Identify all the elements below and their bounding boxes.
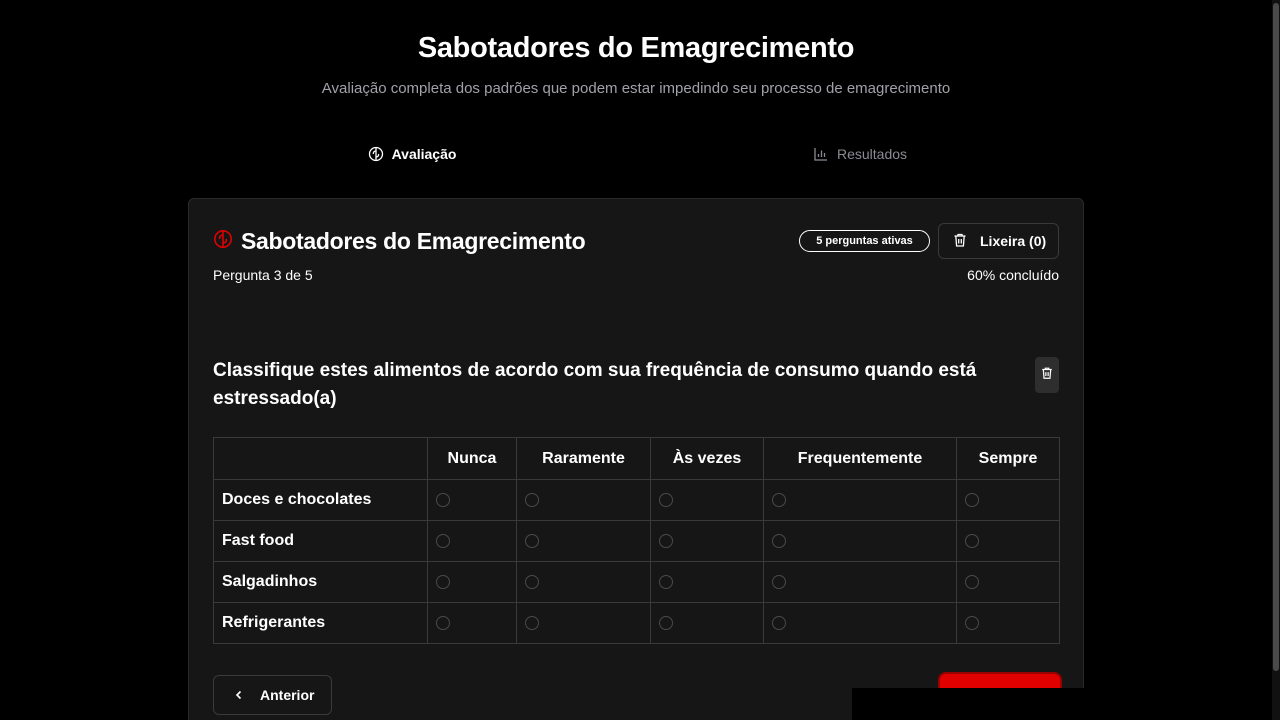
trash-button[interactable]: Lixeira (0) xyxy=(938,223,1059,259)
matrix-header-row: Nunca Raramente Às vezes Frequentemente … xyxy=(213,437,1060,480)
radio-button[interactable] xyxy=(659,493,673,507)
tab-avaliacao[interactable]: Avaliação xyxy=(188,136,636,172)
radio-button[interactable] xyxy=(772,493,786,507)
previous-button[interactable]: Anterior xyxy=(213,675,332,715)
radio-cell xyxy=(650,602,764,644)
radio-button[interactable] xyxy=(525,616,539,630)
radio-button[interactable] xyxy=(436,493,450,507)
matrix-corner-cell xyxy=(213,437,428,480)
radio-cell xyxy=(763,479,957,521)
question-text: Classifique estes alimentos de acordo co… xyxy=(213,360,977,409)
radio-cell xyxy=(956,602,1060,644)
card-header: Sabotadores do Emagrecimento xyxy=(213,228,586,255)
radio-cell xyxy=(427,602,517,644)
table-row: Fast food xyxy=(213,520,1060,562)
radio-button[interactable] xyxy=(436,534,450,548)
radio-button[interactable] xyxy=(436,616,450,630)
radio-cell xyxy=(516,520,651,562)
radio-cell xyxy=(763,602,957,644)
radio-button[interactable] xyxy=(965,616,979,630)
tab-resultados-label: Resultados xyxy=(836,146,908,162)
tab-resultados[interactable]: Resultados xyxy=(636,136,1084,172)
radio-button[interactable] xyxy=(965,575,979,589)
chevron-left-icon xyxy=(234,687,244,703)
row-label: Doces e chocolates xyxy=(213,479,428,521)
row-label: Fast food xyxy=(213,520,428,562)
table-row: Salgadinhos xyxy=(213,561,1060,603)
row-label: Refrigerantes xyxy=(213,602,428,644)
page-subtitle: Avaliação completa dos padrões que podem… xyxy=(321,80,951,97)
radio-cell xyxy=(956,479,1060,521)
radio-button[interactable] xyxy=(525,534,539,548)
radio-button[interactable] xyxy=(965,493,979,507)
progress-percent: 60% concluído xyxy=(967,267,1059,283)
radio-cell xyxy=(956,561,1060,603)
radio-button[interactable] xyxy=(659,534,673,548)
radio-cell xyxy=(427,479,517,521)
radio-cell xyxy=(956,520,1060,562)
table-row: Doces e chocolates xyxy=(213,479,1060,521)
column-header: Sempre xyxy=(956,437,1060,480)
frequency-matrix: Nunca Raramente Às vezes Frequentemente … xyxy=(213,437,1060,644)
radio-button[interactable] xyxy=(965,534,979,548)
scrollbar[interactable] xyxy=(1272,0,1280,720)
radio-button[interactable] xyxy=(659,616,673,630)
radio-cell xyxy=(763,561,957,603)
previous-button-label: Anterior xyxy=(260,687,315,703)
row-label: Salgadinhos xyxy=(213,561,428,603)
radio-cell xyxy=(763,520,957,562)
radio-button[interactable] xyxy=(436,575,450,589)
overlay-block xyxy=(852,688,1088,720)
radio-button[interactable] xyxy=(525,493,539,507)
column-header: Raramente xyxy=(516,437,651,480)
column-header: Às vezes xyxy=(650,437,764,480)
radio-cell xyxy=(516,602,651,644)
radio-button[interactable] xyxy=(772,534,786,548)
delete-question-button[interactable] xyxy=(1035,357,1059,393)
radio-button[interactable] xyxy=(659,575,673,589)
bar-chart-icon xyxy=(813,146,829,162)
active-questions-badge: 5 perguntas ativas xyxy=(799,230,930,252)
radio-cell xyxy=(427,561,517,603)
brain-icon xyxy=(213,229,233,254)
radio-button[interactable] xyxy=(525,575,539,589)
radio-cell xyxy=(650,520,764,562)
table-row: Refrigerantes xyxy=(213,602,1060,644)
column-header: Nunca xyxy=(427,437,517,480)
radio-cell xyxy=(650,561,764,603)
progress-label: Pergunta 3 de 5 xyxy=(213,267,313,283)
scrollbar-thumb[interactable] xyxy=(1273,3,1279,671)
trash-button-label: Lixeira (0) xyxy=(980,233,1047,249)
card-title: Sabotadores do Emagrecimento xyxy=(241,228,586,254)
radio-button[interactable] xyxy=(772,616,786,630)
radio-cell xyxy=(427,520,517,562)
page-title: Sabotadores do Emagrecimento xyxy=(417,32,855,64)
brain-icon xyxy=(368,146,384,162)
tab-avaliacao-label: Avaliação xyxy=(391,146,457,162)
tab-list: Avaliação Resultados xyxy=(188,136,1084,172)
radio-cell xyxy=(516,479,651,521)
radio-button[interactable] xyxy=(772,575,786,589)
radio-cell xyxy=(516,561,651,603)
trash-icon xyxy=(1040,366,1054,385)
trash-icon xyxy=(952,232,968,251)
column-header: Frequentemente xyxy=(763,437,957,480)
radio-cell xyxy=(650,479,764,521)
